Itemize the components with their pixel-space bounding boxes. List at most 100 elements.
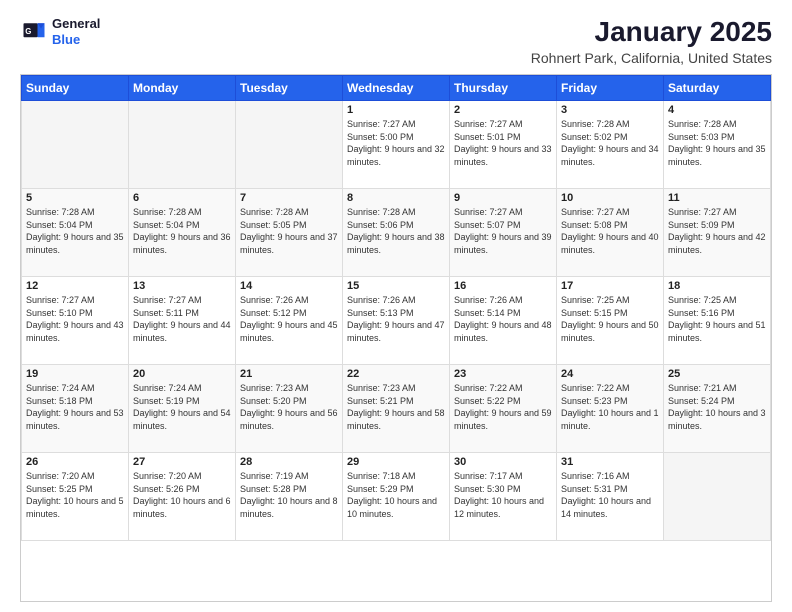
day-info: Sunrise: 7:28 AM Sunset: 5:06 PM Dayligh… <box>347 206 445 256</box>
weekday-row: Sunday Monday Tuesday Wednesday Thursday… <box>22 76 771 101</box>
day-number: 21 <box>240 368 338 380</box>
calendar-week-4: 26Sunrise: 7:20 AM Sunset: 5:25 PM Dayli… <box>22 453 771 541</box>
calendar-cell: 5 Sunrise: 7:28 AM Sunset: 5:04 PM Daylig… <box>22 189 129 277</box>
day-number: 3 <box>561 104 659 116</box>
day-number: 15 <box>347 280 445 292</box>
calendar-cell: 2 Sunrise: 7:27 AM Sunset: 5:01 PM Daylig… <box>450 101 557 189</box>
day-number: 19 <box>26 368 124 380</box>
day-info: Sunrise: 7:23 AM Sunset: 5:21 PM Dayligh… <box>347 382 445 432</box>
calendar-cell: 27 Sunrise: 7:20 AM Sunset: 5:26 PM Dayli… <box>129 453 236 541</box>
calendar-cell <box>664 453 771 541</box>
day-number: 2 <box>454 104 552 116</box>
day-info: Sunrise: 7:19 AM Sunset: 5:28 PM Dayligh… <box>240 470 338 520</box>
day-info: Sunrise: 7:16 AM Sunset: 5:31 PM Dayligh… <box>561 470 659 520</box>
day-info: Sunrise: 7:27 AM Sunset: 5:07 PM Dayligh… <box>454 206 552 256</box>
day-number: 6 <box>133 192 231 204</box>
day-info: Sunrise: 7:22 AM Sunset: 5:23 PM Dayligh… <box>561 382 659 432</box>
day-info: Sunrise: 7:28 AM Sunset: 5:04 PM Dayligh… <box>26 206 124 256</box>
logo-text: General Blue <box>52 16 100 47</box>
day-info: Sunrise: 7:26 AM Sunset: 5:12 PM Dayligh… <box>240 294 338 344</box>
day-info: Sunrise: 7:18 AM Sunset: 5:29 PM Dayligh… <box>347 470 445 520</box>
day-info: Sunrise: 7:22 AM Sunset: 5:22 PM Dayligh… <box>454 382 552 432</box>
calendar-cell: 31 Sunrise: 7:16 AM Sunset: 5:31 PM Dayli… <box>557 453 664 541</box>
calendar-cell <box>129 101 236 189</box>
day-number: 17 <box>561 280 659 292</box>
calendar-cell: 29Sunrise: 7:18 AM Sunset: 5:29 PM Dayli… <box>343 453 450 541</box>
day-number: 30 <box>454 456 552 468</box>
col-tuesday: Tuesday <box>236 76 343 101</box>
day-number: 27 <box>133 456 231 468</box>
calendar-header: Sunday Monday Tuesday Wednesday Thursday… <box>22 76 771 101</box>
calendar-cell: 13Sunrise: 7:27 AM Sunset: 5:11 PM Dayli… <box>129 277 236 365</box>
header: G General Blue January 2025 Rohnert Park… <box>20 16 772 66</box>
calendar-cell: 19 Sunrise: 7:24 AM Sunset: 5:18 PM Dayli… <box>22 365 129 453</box>
calendar-cell: 25 Sunrise: 7:21 AM Sunset: 5:24 PM Dayli… <box>664 365 771 453</box>
day-number: 4 <box>668 104 766 116</box>
calendar-cell: 23Sunrise: 7:22 AM Sunset: 5:22 PM Dayli… <box>450 365 557 453</box>
day-number: 12 <box>26 280 124 292</box>
day-info: Sunrise: 7:24 AM Sunset: 5:18 PM Dayligh… <box>26 382 124 432</box>
calendar-cell: 26Sunrise: 7:20 AM Sunset: 5:25 PM Dayli… <box>22 453 129 541</box>
calendar-cell: 1 Sunrise: 7:27 AM Sunset: 5:00 PM Daylig… <box>343 101 450 189</box>
calendar-week-1: 5 Sunrise: 7:28 AM Sunset: 5:04 PM Daylig… <box>22 189 771 277</box>
day-info: Sunrise: 7:28 AM Sunset: 5:03 PM Dayligh… <box>668 118 766 168</box>
calendar-cell: 24 Sunrise: 7:22 AM Sunset: 5:23 PM Dayli… <box>557 365 664 453</box>
col-wednesday: Wednesday <box>343 76 450 101</box>
calendar-cell: 4 Sunrise: 7:28 AM Sunset: 5:03 PM Daylig… <box>664 101 771 189</box>
day-info: Sunrise: 7:20 AM Sunset: 5:26 PM Dayligh… <box>133 470 231 520</box>
day-number: 24 <box>561 368 659 380</box>
calendar-table: Sunday Monday Tuesday Wednesday Thursday… <box>21 75 771 541</box>
col-friday: Friday <box>557 76 664 101</box>
day-number: 9 <box>454 192 552 204</box>
day-info: Sunrise: 7:21 AM Sunset: 5:24 PM Dayligh… <box>668 382 766 432</box>
day-number: 1 <box>347 104 445 116</box>
day-info: Sunrise: 7:27 AM Sunset: 5:00 PM Dayligh… <box>347 118 445 168</box>
day-info: Sunrise: 7:28 AM Sunset: 5:05 PM Dayligh… <box>240 206 338 256</box>
day-number: 31 <box>561 456 659 468</box>
day-info: Sunrise: 7:17 AM Sunset: 5:30 PM Dayligh… <box>454 470 552 520</box>
day-number: 28 <box>240 456 338 468</box>
day-number: 25 <box>668 368 766 380</box>
day-info: Sunrise: 7:27 AM Sunset: 5:08 PM Dayligh… <box>561 206 659 256</box>
page: G General Blue January 2025 Rohnert Park… <box>0 0 792 612</box>
day-info: Sunrise: 7:27 AM Sunset: 5:09 PM Dayligh… <box>668 206 766 256</box>
col-thursday: Thursday <box>450 76 557 101</box>
calendar-cell: 15 Sunrise: 7:26 AM Sunset: 5:13 PM Dayli… <box>343 277 450 365</box>
day-info: Sunrise: 7:26 AM Sunset: 5:14 PM Dayligh… <box>454 294 552 344</box>
day-info: Sunrise: 7:26 AM Sunset: 5:13 PM Dayligh… <box>347 294 445 344</box>
subtitle: Rohnert Park, California, United States <box>531 50 772 66</box>
calendar-body: 1 Sunrise: 7:27 AM Sunset: 5:00 PM Daylig… <box>22 101 771 541</box>
day-info: Sunrise: 7:25 AM Sunset: 5:16 PM Dayligh… <box>668 294 766 344</box>
day-info: Sunrise: 7:28 AM Sunset: 5:04 PM Dayligh… <box>133 206 231 256</box>
logo-general: General <box>52 16 100 32</box>
day-number: 8 <box>347 192 445 204</box>
col-sunday: Sunday <box>22 76 129 101</box>
calendar-cell: 17Sunrise: 7:25 AM Sunset: 5:15 PM Dayli… <box>557 277 664 365</box>
day-number: 7 <box>240 192 338 204</box>
logo: G General Blue <box>20 16 100 47</box>
calendar-cell: 11 Sunrise: 7:27 AM Sunset: 5:09 PM Dayli… <box>664 189 771 277</box>
calendar-cell: 7 Sunrise: 7:28 AM Sunset: 5:05 PM Daylig… <box>236 189 343 277</box>
calendar-cell: 30 Sunrise: 7:17 AM Sunset: 5:30 PM Dayli… <box>450 453 557 541</box>
day-info: Sunrise: 7:20 AM Sunset: 5:25 PM Dayligh… <box>26 470 124 520</box>
calendar-cell <box>22 101 129 189</box>
calendar-cell: 16 Sunrise: 7:26 AM Sunset: 5:14 PM Dayli… <box>450 277 557 365</box>
day-number: 20 <box>133 368 231 380</box>
day-number: 11 <box>668 192 766 204</box>
svg-text:G: G <box>25 26 31 35</box>
title-block: January 2025 Rohnert Park, California, U… <box>531 16 772 66</box>
calendar-week-2: 12Sunrise: 7:27 AM Sunset: 5:10 PM Dayli… <box>22 277 771 365</box>
calendar-cell: 12Sunrise: 7:27 AM Sunset: 5:10 PM Dayli… <box>22 277 129 365</box>
logo-blue: Blue <box>52 32 100 48</box>
col-monday: Monday <box>129 76 236 101</box>
day-number: 5 <box>26 192 124 204</box>
day-number: 16 <box>454 280 552 292</box>
calendar-cell: 3Sunrise: 7:28 AM Sunset: 5:02 PM Daylig… <box>557 101 664 189</box>
day-number: 18 <box>668 280 766 292</box>
day-info: Sunrise: 7:24 AM Sunset: 5:19 PM Dayligh… <box>133 382 231 432</box>
day-number: 10 <box>561 192 659 204</box>
col-saturday: Saturday <box>664 76 771 101</box>
day-info: Sunrise: 7:27 AM Sunset: 5:01 PM Dayligh… <box>454 118 552 168</box>
day-number: 14 <box>240 280 338 292</box>
logo-icon: G <box>20 18 48 46</box>
